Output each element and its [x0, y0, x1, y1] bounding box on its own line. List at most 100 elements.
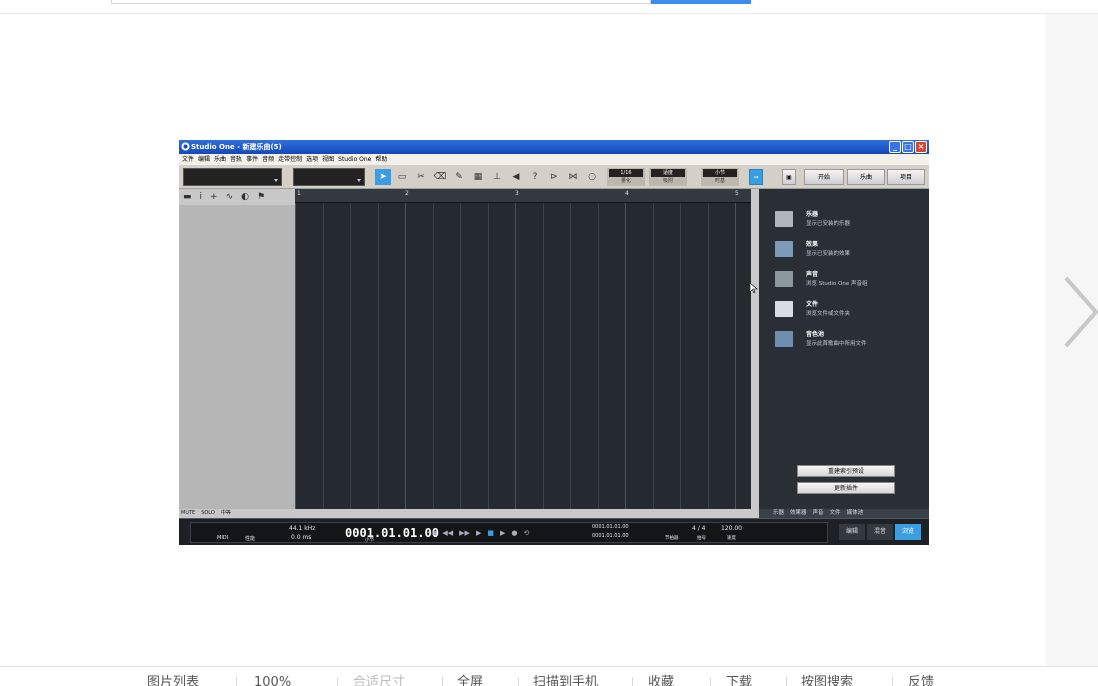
solo-button[interactable]: SOLO [201, 509, 215, 518]
stop-icon[interactable]: ■ [487, 529, 494, 537]
update-plugins-button[interactable]: 更新插件 [797, 482, 895, 494]
size-label[interactable]: 中等 [221, 509, 231, 518]
horizontal-scrollbar[interactable] [295, 509, 759, 518]
record-panel-icon[interactable]: ◐ [241, 189, 249, 205]
fx-icon [775, 241, 793, 257]
menu-transport[interactable]: 走带控制 [278, 154, 302, 165]
grid-line [707, 203, 709, 509]
browser-item-sounds[interactable]: 声音 浏览 Studio One 声音组 [775, 269, 925, 293]
grid-line [652, 203, 654, 509]
image-viewer-page: Studio One - 新建乐曲(5) _ □ × 文件 编辑 乐曲 音轨 事… [0, 0, 1098, 686]
timeline-ruler[interactable]: 1 2 3 4 5 [295, 189, 751, 203]
menu-audio[interactable]: 音频 [262, 154, 274, 165]
scan-to-phone-button[interactable]: 扫描到手机 [533, 676, 598, 686]
download-button[interactable]: 下载 [726, 676, 752, 686]
menu-file[interactable]: 文件 [182, 154, 194, 165]
loop-end[interactable]: 0001.01.01.00 [592, 533, 629, 539]
fullscreen-button[interactable]: 全屏 [457, 676, 483, 686]
toolbar-dropdown-2[interactable] [293, 168, 365, 186]
arrange-area[interactable] [295, 189, 751, 509]
follow-button[interactable]: ⇒ [749, 169, 763, 185]
save-icon[interactable]: ▣ [782, 169, 796, 185]
browser-item-effects[interactable]: 效果 显示已安装的效果 [775, 239, 925, 263]
toolbar-dropdown-1[interactable] [183, 168, 282, 186]
automation-icon[interactable]: ∿ [226, 189, 234, 205]
menu-event[interactable]: 事件 [246, 154, 258, 165]
zoom-level[interactable]: 100% [254, 676, 291, 686]
image-list-button[interactable]: 图片列表 [147, 676, 199, 686]
tab-files[interactable]: 文件 [830, 509, 841, 518]
menu-edit[interactable]: 编辑 [198, 154, 210, 165]
browser-item-files[interactable]: 文件 浏览文件或文件夹 [775, 299, 925, 323]
tab-pool[interactable]: 媒体池 [847, 509, 864, 518]
separator [442, 677, 443, 686]
menu-options[interactable]: 选项 [306, 154, 318, 165]
search-input[interactable] [111, 0, 651, 4]
eraser-tool-icon[interactable]: ⌫ [432, 169, 448, 185]
minimize-icon[interactable]: _ [889, 141, 901, 153]
snap-icon[interactable]: ⊳ [546, 169, 562, 185]
help-icon[interactable]: ? [527, 169, 543, 185]
loop-icon[interactable]: ⟲ [523, 529, 529, 537]
project-button[interactable]: 项目 [887, 169, 925, 185]
time-signature[interactable]: 4 / 4 [692, 525, 705, 532]
browser-item-pool[interactable]: 音色池 显示此首歌曲中所用文件 [775, 329, 925, 353]
record-icon[interactable]: ● [511, 529, 517, 537]
range-tool-icon[interactable]: ▭ [394, 169, 410, 185]
menu-song[interactable]: 乐曲 [214, 154, 226, 165]
mute-tool-icon[interactable]: ▦ [470, 169, 486, 185]
listen-tool-icon[interactable]: ◀ [508, 169, 524, 185]
edit-button[interactable]: 编辑 [839, 524, 865, 540]
split-tool-icon[interactable]: ✂ [413, 169, 429, 185]
pencil-tool-icon[interactable]: ✎ [451, 169, 467, 185]
close-icon[interactable]: × [915, 141, 927, 153]
forward-icon[interactable]: ▶▶ [459, 529, 470, 537]
search-by-image-button[interactable]: 按图搜索 [801, 676, 853, 686]
quantize-box[interactable]: 1/16 量化 [607, 168, 645, 186]
marker-icon[interactable]: ⚑ [257, 189, 265, 205]
ruler-mark: 3 [515, 190, 519, 197]
track-tools: ▬ i + ∿ ◐ ⚑ [179, 189, 295, 205]
browse-button[interactable]: 浏览 [895, 524, 921, 540]
next-image-arrow-icon[interactable] [1060, 272, 1098, 352]
menu-track[interactable]: 音轨 [230, 154, 242, 165]
zoom-icon[interactable]: ○ [584, 169, 600, 185]
tab-effects[interactable]: 效果器 [790, 509, 807, 518]
mute-button[interactable]: MUTE [181, 509, 195, 518]
song-button[interactable]: 乐曲 [847, 169, 885, 185]
loop-start[interactable]: 0001.01.01.00 [592, 524, 629, 530]
time-display[interactable]: 0001.01.01.00 [345, 526, 439, 540]
mouse-cursor-icon [750, 283, 758, 293]
end-icon[interactable]: ▶ [476, 529, 481, 537]
play-icon[interactable]: ▶ [500, 529, 505, 537]
mix-button[interactable]: 混音 [867, 524, 893, 540]
add-track-icon[interactable]: + [210, 189, 218, 205]
tab-instruments[interactable]: 乐器 [773, 509, 784, 518]
search-button[interactable] [651, 0, 751, 4]
favorite-button[interactable]: 收藏 [648, 676, 674, 686]
menu-studio-one[interactable]: Studio One [338, 154, 371, 165]
bend-tool-icon[interactable]: ⊥ [489, 169, 505, 185]
menu-view[interactable]: 视图 [322, 154, 334, 165]
browser-item-desc: 显示此首歌曲中所用文件 [806, 341, 867, 347]
inspector-icon[interactable]: i [200, 189, 203, 205]
arrow-tool-icon[interactable]: ➤ [375, 169, 391, 185]
timebase-box[interactable]: 小节 时基 [701, 168, 739, 186]
rebuild-index-button[interactable]: 重建索引预设 [797, 465, 895, 477]
tab-sounds[interactable]: 声音 [813, 509, 824, 518]
snap-box[interactable]: 适度 吸附 [649, 168, 687, 186]
ripple-icon[interactable]: ⋈ [565, 169, 581, 185]
metronome-label[interactable]: 节拍器 [665, 535, 679, 541]
menu-help[interactable]: 帮助 [375, 154, 387, 165]
track-list-icon[interactable]: ▬ [183, 189, 192, 205]
feedback-button[interactable]: 反馈 [908, 676, 934, 686]
return-to-zero-icon[interactable]: ◀ [431, 529, 436, 537]
start-button[interactable]: 开始 [804, 169, 844, 185]
browser-item-instruments[interactable]: 乐器 显示已安装的乐器 [775, 209, 925, 233]
tempo[interactable]: 120.00 [721, 525, 742, 532]
tempo-label: 速度 [727, 536, 736, 541]
vertical-scrollbar[interactable] [751, 189, 759, 509]
maximize-icon[interactable]: □ [902, 141, 914, 153]
rewind-icon[interactable]: ◀◀ [442, 529, 453, 537]
fit-size-button[interactable]: 合适尺寸 [353, 676, 405, 686]
